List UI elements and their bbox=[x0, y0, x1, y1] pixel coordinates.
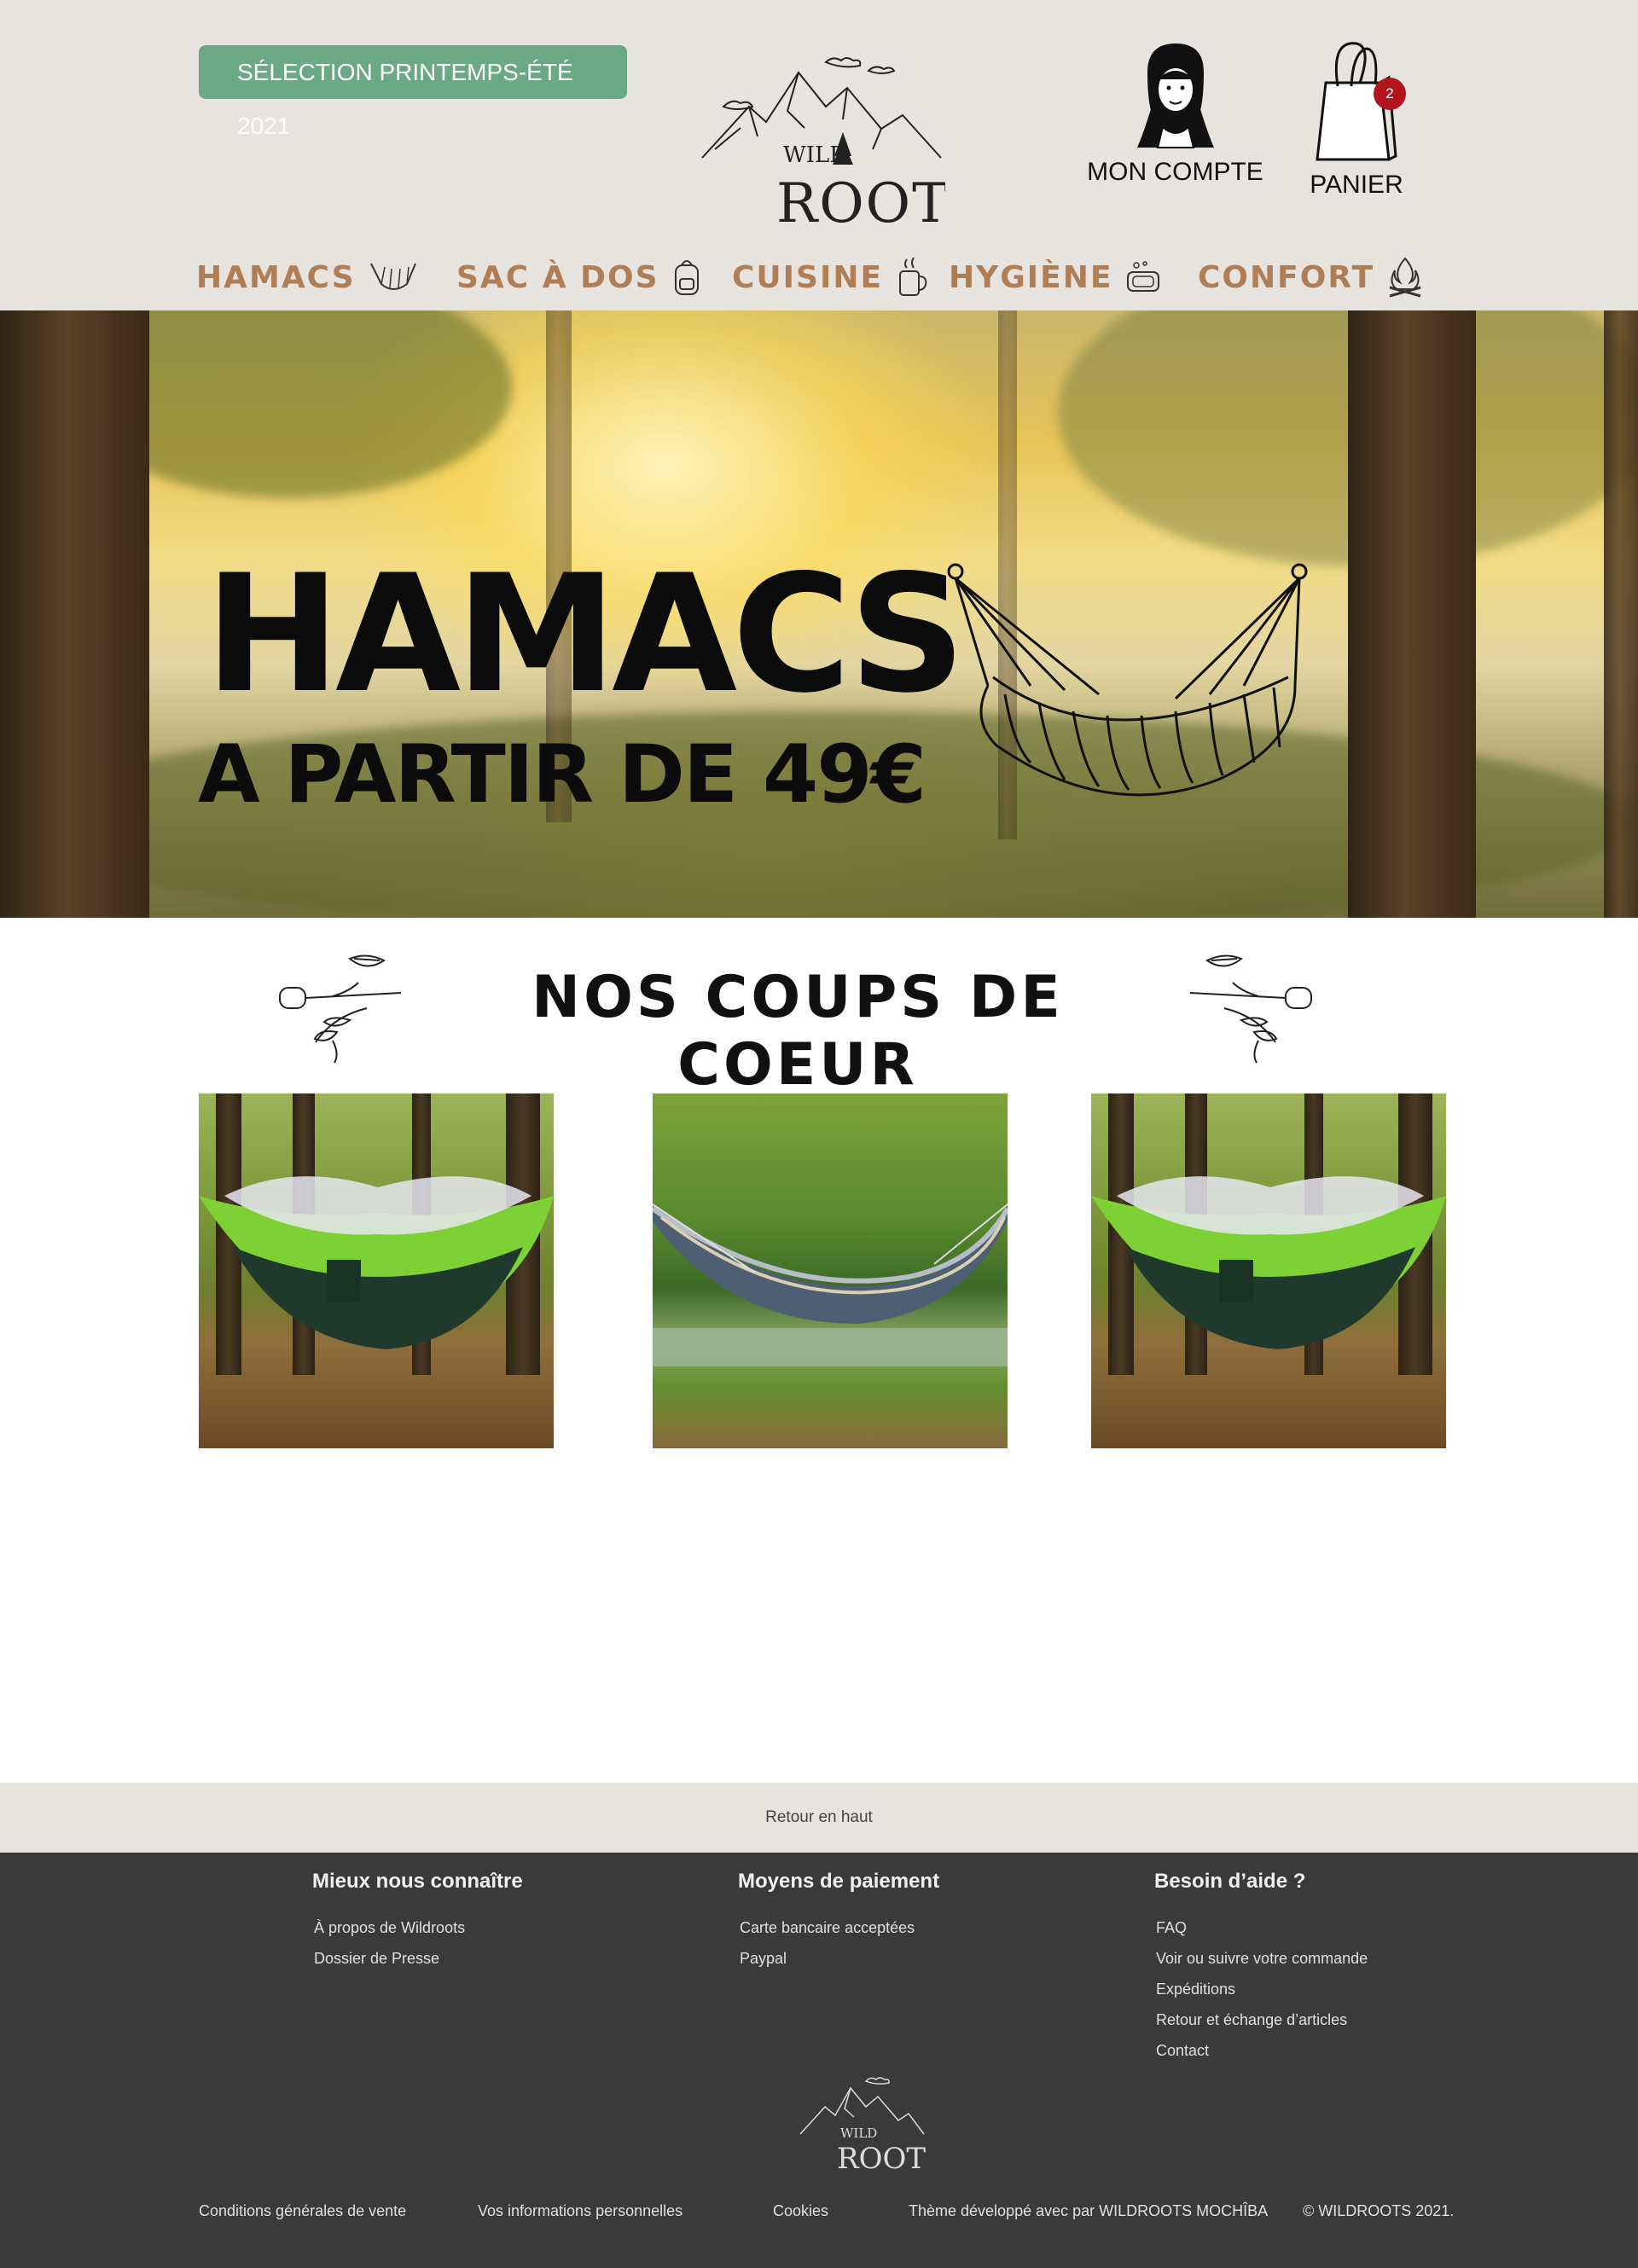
mug-icon bbox=[899, 257, 927, 296]
site-header: SÉLECTION PRINTEMPS-ÉTÉ 2021 WILD ROOTS bbox=[0, 0, 1638, 310]
favorites-title: NOS COUPS DE COEUR bbox=[531, 964, 1064, 1099]
promo-badge[interactable]: SÉLECTION PRINTEMPS-ÉTÉ 2021 bbox=[199, 45, 627, 139]
footer-link-order-tracking[interactable]: Voir ou suivre votre commande bbox=[1154, 1943, 1368, 1974]
wildroots-logo[interactable]: WILD ROOTS bbox=[698, 47, 988, 235]
footer-copyright: © WILDROOTS 2021. bbox=[1303, 2202, 1455, 2219]
cart-count-badge: 2 bbox=[1374, 78, 1406, 110]
woman-avatar-icon bbox=[1136, 44, 1214, 148]
nav-item-hygiene[interactable]: HYGIÈNE bbox=[949, 247, 1162, 307]
footer-column-title: Mieux nous connaître bbox=[312, 1870, 523, 1893]
footer-link-faq[interactable]: FAQ bbox=[1154, 1912, 1368, 1943]
nav-item-cuisine[interactable]: CUISINE bbox=[732, 247, 929, 307]
soap-icon bbox=[1127, 261, 1160, 292]
campfire-icon bbox=[1389, 257, 1421, 298]
nav-item-hamacs[interactable]: HAMACS bbox=[196, 247, 419, 307]
hero-banner[interactable]: HAMACS A PARTIR DE 49€ bbox=[0, 310, 1638, 918]
footer-column-about: Mieux nous connaître À propos de Wildroo… bbox=[312, 1870, 523, 1974]
cart-label: PANIER bbox=[1310, 171, 1403, 199]
footer-link-privacy[interactable]: Vos informations personnelles bbox=[478, 2202, 682, 2220]
hero-title: HAMACS bbox=[205, 540, 966, 728]
nav-item-confort[interactable]: CONFORT bbox=[1198, 247, 1424, 307]
nav-item-sac-a-dos[interactable]: SAC À DOS bbox=[456, 247, 702, 307]
footer-column-help: Besoin d’aide ? FAQ Voir ou suivre votre… bbox=[1154, 1870, 1368, 2066]
footer-link-returns[interactable]: Retour et échange d’articles bbox=[1154, 2004, 1368, 2035]
product-image bbox=[199, 1093, 554, 1448]
site-footer: Mieux nous connaître À propos de Wildroo… bbox=[0, 1853, 1638, 2268]
svg-text:ROOTS: ROOTS bbox=[776, 172, 945, 235]
marshmallow-branch-icon bbox=[279, 954, 401, 1064]
nav-label: CONFORT bbox=[1198, 259, 1375, 295]
footer-theme-credit: Thème développé avec par WILDROOTS MOCHÎ… bbox=[909, 2202, 1269, 2219]
footer-link-about[interactable]: À propos de Wildroots bbox=[312, 1912, 523, 1943]
tree-trunk bbox=[1604, 310, 1638, 918]
svg-text:WILD: WILD bbox=[840, 2126, 877, 2141]
main-nav: HAMACS SAC À DOS CUISINE HYGIÈNE CONFORT bbox=[196, 247, 1433, 307]
nav-label: HAMACS bbox=[196, 259, 356, 295]
svg-text:ROOTS: ROOTS bbox=[837, 2142, 926, 2175]
footer-column-title: Besoin d’aide ? bbox=[1154, 1870, 1306, 1893]
product-card[interactable] bbox=[653, 1093, 1008, 1448]
product-card[interactable] bbox=[1091, 1093, 1446, 1448]
footer-link-cookies[interactable]: Cookies bbox=[773, 2202, 828, 2220]
footer-link-shipping[interactable]: Expéditions bbox=[1154, 1974, 1368, 2004]
product-image bbox=[653, 1093, 1008, 1448]
footer-logo[interactable]: WILD ROOTS bbox=[798, 2073, 945, 2178]
account-label: MON COMPTE bbox=[1087, 158, 1263, 186]
footer-link-card[interactable]: Carte bancaire acceptées bbox=[738, 1912, 939, 1943]
tree-trunk bbox=[0, 310, 149, 918]
favorites-title-row: NOS COUPS DE COEUR bbox=[273, 947, 1318, 1099]
hammock-icon bbox=[369, 263, 416, 290]
product-image bbox=[1091, 1093, 1446, 1448]
footer-link-contact[interactable]: Contact bbox=[1154, 2035, 1368, 2066]
marshmallow-branch-icon bbox=[1190, 954, 1312, 1064]
hero-subtitle: A PARTIR DE 49€ bbox=[198, 728, 926, 821]
nav-label: HYGIÈNE bbox=[949, 259, 1113, 295]
tree-trunk bbox=[1348, 310, 1476, 918]
backpack-icon bbox=[674, 260, 699, 295]
footer-column-title: Moyens de paiement bbox=[738, 1870, 940, 1893]
hammock-illustration bbox=[947, 563, 1308, 797]
footer-link-paypal[interactable]: Paypal bbox=[738, 1943, 939, 1974]
nav-label: SAC À DOS bbox=[456, 259, 659, 295]
account-link[interactable]: MON COMPTE bbox=[1083, 38, 1267, 200]
back-to-top-link[interactable]: Retour en haut bbox=[0, 1783, 1638, 1853]
footer-link-cgv[interactable]: Conditions générales de vente bbox=[199, 2202, 406, 2220]
cart-link[interactable]: 2 PANIER bbox=[1305, 38, 1408, 200]
nav-label: CUISINE bbox=[732, 259, 884, 295]
product-card[interactable] bbox=[199, 1093, 554, 1448]
footer-link-press[interactable]: Dossier de Presse bbox=[312, 1943, 523, 1974]
footer-column-payment: Moyens de paiement Carte bancaire accept… bbox=[738, 1870, 939, 1974]
